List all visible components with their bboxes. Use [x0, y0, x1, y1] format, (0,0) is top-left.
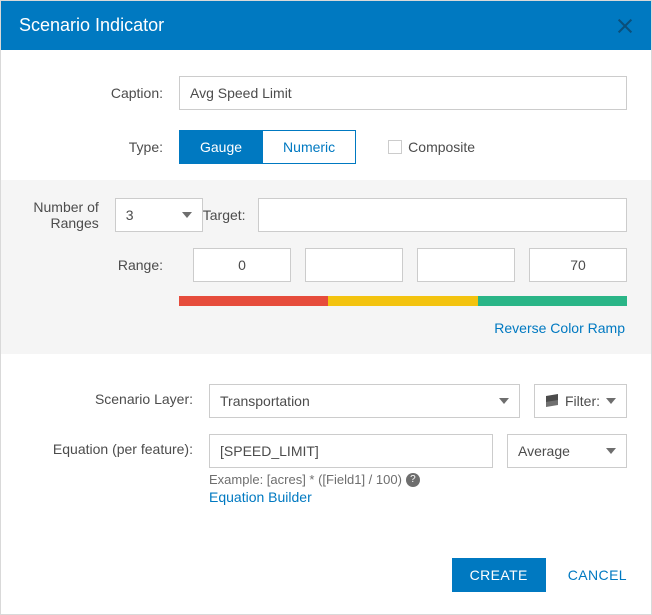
equation-row: Equation (per feature): Example: [acres]…	[9, 434, 627, 505]
type-row: Type: Gauge Numeric Composite	[1, 120, 651, 174]
lower-block: Scenario Layer: Transportation Filter: E…	[1, 354, 651, 505]
scenario-layer-select[interactable]: Transportation	[209, 384, 520, 418]
type-gauge-button[interactable]: Gauge	[180, 131, 262, 163]
equation-example-row: Example: [acres] * ([Field1] / 100) ?	[209, 472, 493, 487]
range-input-3[interactable]	[529, 248, 627, 282]
cancel-button[interactable]: CANCEL	[568, 567, 627, 583]
type-label: Type:	[9, 139, 179, 155]
dialog-body: Caption: Type: Gauge Numeric Composite	[1, 50, 651, 540]
ranges-top-row: Number of Ranges 3 Target:	[9, 198, 627, 232]
chevron-down-icon	[606, 448, 616, 454]
target-label: Target:	[203, 207, 246, 223]
aggregate-value: Average	[518, 443, 570, 459]
help-icon[interactable]: ?	[406, 473, 420, 487]
range-input-2[interactable]	[417, 248, 515, 282]
type-toggle: Gauge Numeric	[179, 130, 356, 164]
range-label: Range:	[9, 257, 179, 273]
dialog-header: Scenario Indicator	[1, 1, 651, 50]
dialog-title: Scenario Indicator	[19, 15, 164, 36]
dialog-footer: CREATE CANCEL	[1, 540, 651, 614]
target-input[interactable]	[258, 198, 627, 232]
ranges-panel: Number of Ranges 3 Target: Range:	[1, 180, 651, 354]
aggregate-select[interactable]: Average	[507, 434, 627, 468]
composite-checkbox[interactable]	[388, 140, 402, 154]
composite-checkbox-wrap[interactable]: Composite	[388, 139, 475, 155]
caption-input[interactable]	[179, 76, 627, 110]
range-input-1[interactable]	[305, 248, 403, 282]
filter-button[interactable]: Filter:	[534, 384, 627, 418]
caption-row: Caption:	[1, 66, 651, 120]
ramp-segment-red	[179, 296, 328, 306]
range-input-0[interactable]	[193, 248, 291, 282]
equation-input[interactable]	[209, 434, 493, 468]
num-ranges-select[interactable]: 3	[115, 198, 203, 232]
type-numeric-button[interactable]: Numeric	[262, 131, 355, 163]
chevron-down-icon	[182, 212, 192, 218]
chevron-down-icon	[499, 398, 509, 404]
scenario-layer-value: Transportation	[220, 393, 310, 409]
scenario-layer-label: Scenario Layer:	[9, 384, 209, 407]
num-ranges-value: 3	[126, 207, 134, 223]
filter-label: Filter:	[565, 393, 600, 409]
ramp-segment-green	[478, 296, 627, 306]
caption-label: Caption:	[9, 85, 179, 101]
equation-example: Example: [acres] * ([Field1] / 100)	[209, 472, 402, 487]
composite-label: Composite	[408, 139, 475, 155]
chevron-down-icon	[606, 398, 616, 404]
scenario-layer-row: Scenario Layer: Transportation Filter:	[9, 384, 627, 418]
layers-icon	[545, 395, 559, 407]
color-ramp	[179, 296, 627, 306]
equation-builder-link[interactable]: Equation Builder	[209, 489, 493, 505]
reverse-color-ramp-link[interactable]: Reverse Color Ramp	[9, 320, 627, 336]
ramp-segment-yellow	[328, 296, 477, 306]
scenario-indicator-dialog: Scenario Indicator Caption: Type: Gauge …	[0, 0, 652, 615]
num-ranges-label: Number of Ranges	[9, 199, 115, 231]
create-button[interactable]: CREATE	[452, 558, 546, 592]
range-row: Range:	[9, 248, 627, 282]
close-icon[interactable]	[617, 18, 633, 34]
equation-label: Equation (per feature):	[9, 434, 209, 457]
